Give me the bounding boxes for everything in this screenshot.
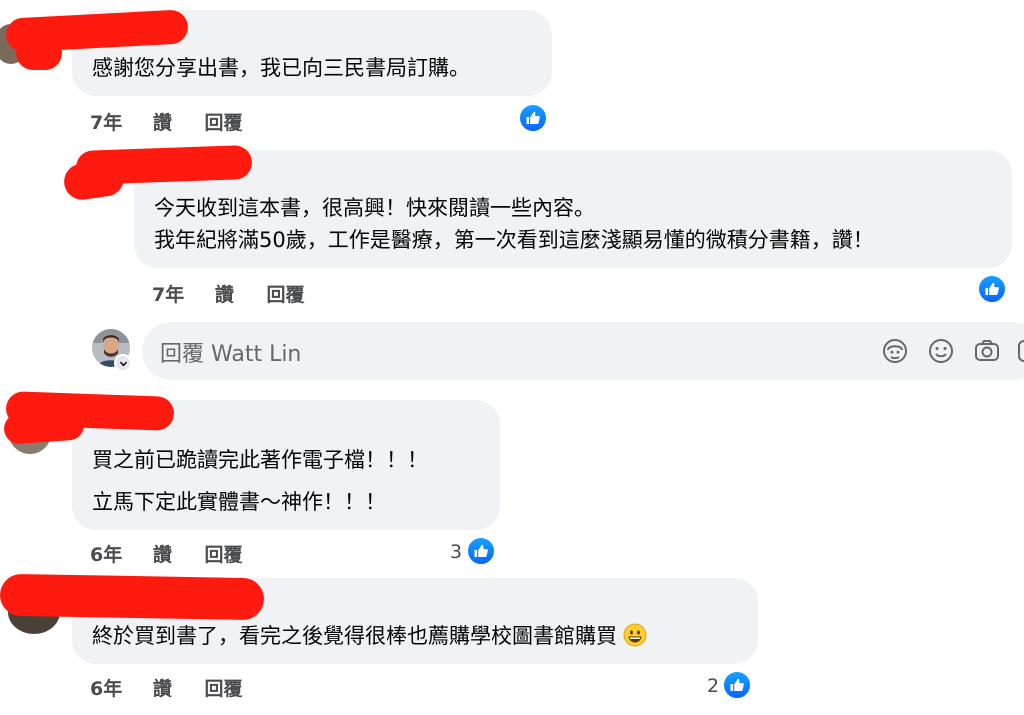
- thumbs-up-icon: [985, 282, 999, 295]
- comment-bubble: 今天收到這本書，很高興！快來閱讀一些內容。 我年紀將滿50歲，工作是醫療，第一次…: [134, 150, 1012, 268]
- reply-input[interactable]: 回覆 Watt Lin: [142, 322, 1024, 380]
- comment-text-content: 終於買到書了，看完之後覺得很棒也薦購學校圖書館購買: [92, 624, 617, 648]
- comment-timestamp[interactable]: 7年: [152, 280, 184, 307]
- grinning-face-icon: [623, 623, 647, 647]
- redacted-avatar: [3, 409, 85, 445]
- reply-link[interactable]: 回覆: [205, 108, 243, 135]
- account-switch-chevron[interactable]: [114, 354, 132, 372]
- reply-placeholder: 回覆 Watt Lin: [160, 342, 302, 367]
- thumbs-up-icon: [730, 678, 744, 691]
- reaction-count[interactable]: 3: [450, 541, 462, 563]
- redacted-avatar: [16, 36, 62, 70]
- like-link[interactable]: 讚: [153, 674, 172, 701]
- like-reaction-badge[interactable]: [977, 274, 1007, 304]
- chevron-down-icon: [119, 361, 127, 366]
- thumbs-up-icon: [526, 111, 540, 124]
- gif-icon[interactable]: [1016, 336, 1024, 366]
- redacted-avatar: [61, 157, 127, 203]
- like-reaction-badge[interactable]: [518, 103, 548, 133]
- like-reaction-badge[interactable]: [466, 536, 496, 566]
- camera-icon[interactable]: [972, 336, 1002, 366]
- like-reaction-badge[interactable]: [722, 670, 752, 700]
- reply-link[interactable]: 回覆: [205, 540, 243, 567]
- redacted-name: [0, 573, 265, 621]
- like-link[interactable]: 讚: [153, 540, 172, 567]
- comment-actions: 7年 讚 回覆: [152, 280, 305, 307]
- reply-link[interactable]: 回覆: [267, 280, 305, 307]
- comment-text: 感謝您分享出書，我已向三民書局訂購。: [92, 56, 470, 80]
- comment-actions: 6年 讚 回覆: [90, 674, 243, 701]
- like-link[interactable]: 讚: [153, 108, 172, 135]
- avatar-sticker-icon[interactable]: [880, 336, 910, 366]
- like-link[interactable]: 讚: [215, 280, 234, 307]
- comment-timestamp[interactable]: 6年: [90, 674, 122, 701]
- comment-actions: 6年 讚 回覆: [90, 540, 243, 567]
- comment-thread: 感謝您分享出書，我已向三民書局訂購。 7年 讚 回覆 今天收到這本書，很高興！快…: [0, 0, 1024, 715]
- comment-text: 今天收到這本書，很高興！快來閱讀一些內容。: [154, 196, 595, 220]
- smile-icon[interactable]: [926, 336, 956, 366]
- reply-link[interactable]: 回覆: [205, 674, 243, 701]
- comment-actions: 7年 讚 回覆: [90, 108, 243, 135]
- comment-timestamp[interactable]: 6年: [90, 540, 122, 567]
- comment-text: 我年紀將滿50歲，工作是醫療，第一次看到這麼淺顯易懂的微積分書籍，讚！: [154, 228, 874, 252]
- comment-text: 終於買到書了，看完之後覺得很棒也薦購學校圖書館購買: [92, 622, 647, 650]
- reaction-count[interactable]: 2: [707, 675, 719, 697]
- comment-timestamp[interactable]: 7年: [90, 108, 122, 135]
- thumbs-up-icon: [474, 544, 488, 557]
- comment-text: 立馬下定此實體書～神作！！！: [92, 490, 386, 514]
- comment-text: 買之前已跪讀完此著作電子檔！！！: [92, 448, 428, 472]
